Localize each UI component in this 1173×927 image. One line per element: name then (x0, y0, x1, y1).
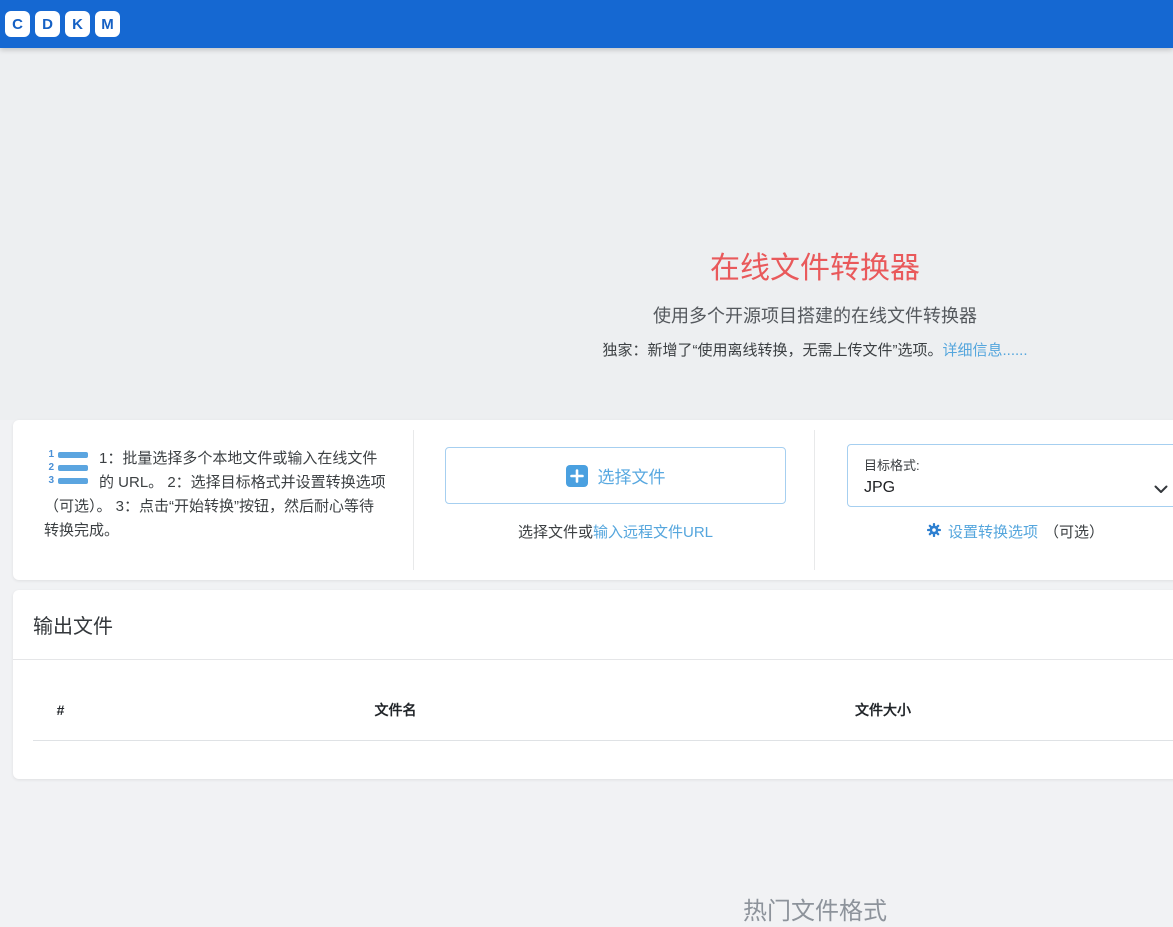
chevron-down-icon (1154, 481, 1168, 499)
list-bar-2 (58, 465, 88, 471)
conversion-options-line: 设置转换选项 （可选） (847, 521, 1173, 542)
page-title: 在线文件转换器 (0, 252, 1173, 285)
choose-files-button[interactable]: 选择文件 (445, 447, 786, 504)
converter-panel: 1 2 3 1：批量选择多个本地文件或输入在线文件的 URL。 2：选择目标格式… (13, 420, 1173, 580)
output-files-card: 输出文件 # 文件名 文件大小 (13, 590, 1173, 779)
optional-note: （可选） (1044, 521, 1104, 542)
target-format-label: 目标格式: (864, 455, 1166, 474)
page-subtitle: 使用多个开源项目搭建的在线文件转换器 (0, 302, 1173, 328)
popular-formats-title: 热门文件格式 (0, 891, 1173, 926)
hero-section: 在线文件转换器 使用多个开源项目搭建的在线文件转换器 独家：新增了“使用离线转换… (0, 48, 1173, 420)
table-header-filename: 文件名 (88, 680, 703, 741)
logo-letter-c: C (5, 11, 30, 37)
logo-cdkm[interactable]: C D K M (5, 11, 120, 37)
table-header-row: # 文件名 文件大小 (33, 680, 1173, 741)
conversion-options-label: 设置转换选项 (948, 521, 1038, 542)
file-hint-text: 选择文件或 (518, 524, 593, 541)
choose-files-label: 选择文件 (598, 463, 666, 488)
promo-details-link[interactable]: 详细信息...... (942, 342, 1027, 359)
ordered-list-icon: 1 2 3 (44, 449, 91, 487)
table-header-index: # (33, 680, 88, 741)
target-format-select[interactable]: 目标格式: JPG (847, 444, 1173, 507)
output-files-header: 输出文件 (13, 590, 1173, 660)
list-number-3: 3 (44, 476, 54, 486)
output-files-table: # 文件名 文件大小 (33, 680, 1173, 741)
gear-icon (926, 522, 942, 542)
file-select-column: 选择文件 选择文件或输入远程文件URL (414, 420, 814, 580)
logo-letter-d: D (35, 11, 60, 37)
table-header-filesize: 文件大小 (703, 680, 1063, 741)
target-format-column: 目标格式: JPG (815, 420, 1173, 580)
plus-icon (566, 465, 588, 487)
list-bar-1 (58, 452, 88, 458)
instructions-column: 1 2 3 1：批量选择多个本地文件或输入在线文件的 URL。 2：选择目标格式… (13, 420, 413, 580)
list-number-1: 1 (44, 450, 54, 460)
promo-text: 独家：新增了“使用离线转换，无需上传文件”选项。 (602, 342, 942, 359)
instructions-text: 1：批量选择多个本地文件或输入在线文件的 URL。 2：选择目标格式并设置转换选… (44, 450, 386, 539)
output-files-body: # 文件名 文件大小 (13, 660, 1173, 779)
logo-letter-m: M (95, 11, 120, 37)
logo-letter-k: K (65, 11, 90, 37)
list-bar-3 (58, 478, 88, 484)
output-files-title: 输出文件 (33, 610, 1173, 639)
navbar: C D K M (0, 0, 1173, 48)
target-format-value: JPG (864, 479, 1166, 497)
promo-line: 独家：新增了“使用离线转换，无需上传文件”选项。详细信息...... (0, 339, 1173, 360)
file-hint-line: 选择文件或输入远程文件URL (445, 521, 786, 542)
conversion-options-link[interactable]: 设置转换选项 (926, 521, 1038, 542)
table-header-offscreen (1063, 680, 1173, 741)
remote-url-link[interactable]: 输入远程文件URL (593, 524, 713, 541)
list-number-2: 2 (44, 463, 54, 473)
